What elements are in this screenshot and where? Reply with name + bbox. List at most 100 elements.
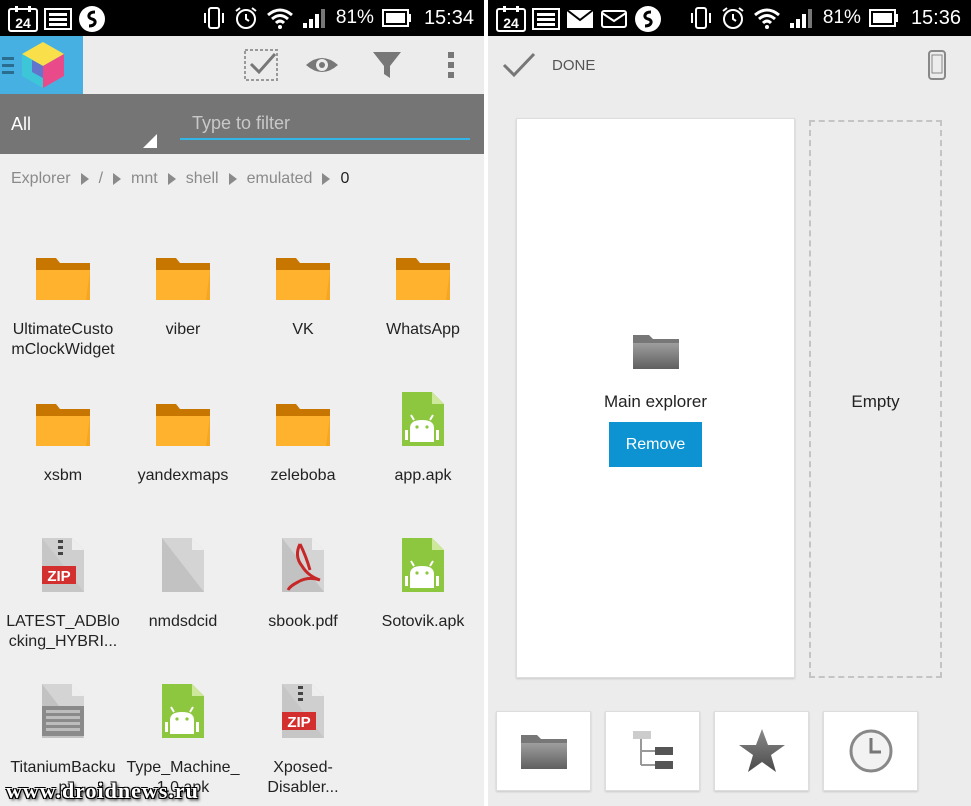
file-item[interactable]: VK [243, 230, 363, 376]
svg-text:24: 24 [15, 15, 31, 31]
file-item[interactable]: WhatsApp [363, 230, 483, 376]
app-bar [0, 36, 484, 94]
chevron-right-icon [167, 173, 176, 185]
calendar-icon: 24 [496, 6, 526, 32]
eye-icon[interactable] [303, 46, 341, 84]
svg-text:ZIP: ZIP [47, 568, 70, 585]
filter-input[interactable] [180, 108, 470, 140]
file-item[interactable]: UltimateCusto mClockWidget [3, 230, 123, 376]
select-all-icon[interactable] [242, 46, 280, 84]
filter-icon[interactable] [368, 46, 406, 84]
file-item[interactable]: viber [123, 230, 243, 376]
status-bar: 24 81% 15:36 [488, 0, 971, 36]
breadcrumb-item[interactable]: shell [186, 170, 219, 188]
zip-icon: ZIP [273, 668, 333, 740]
breadcrumb-item[interactable]: / [99, 170, 103, 188]
file-name: Sotovik.apk [381, 613, 465, 630]
file-name: app.apk [394, 467, 452, 484]
left-screen: 24 81% 15:34 All Type to filter Explorer… [0, 0, 486, 806]
watermark: www.droidnews.ru [6, 778, 199, 803]
history-panel-button[interactable] [823, 711, 918, 791]
zip-icon: ZIP [33, 522, 93, 594]
favorites-panel-button[interactable] [714, 711, 809, 791]
explorer-panel-button[interactable] [496, 711, 591, 791]
battery-percent: 81% [335, 7, 374, 28]
folder-icon [520, 735, 567, 769]
clock: 15:34 [423, 6, 474, 29]
file-item[interactable]: nmdsdcid [123, 522, 243, 668]
file-name: zeleboba [270, 467, 336, 484]
apk-icon [393, 522, 453, 594]
app-logo-button[interactable] [0, 36, 83, 94]
folder-icon [273, 230, 333, 302]
signal-icon [789, 9, 812, 28]
breadcrumb-item[interactable]: emulated [247, 170, 313, 188]
apk-icon [393, 376, 453, 448]
file-item[interactable]: app.apk [363, 376, 483, 522]
file-item[interactable]: yandexmaps [123, 376, 243, 522]
folder-icon [393, 230, 453, 302]
speech-app-icon [79, 6, 105, 32]
folder-icon [153, 376, 213, 448]
chevron-right-icon [113, 173, 122, 185]
file-name: nmdsdcid [148, 613, 218, 630]
status-bar: 24 81% 15:34 [0, 0, 484, 36]
alarm-icon [235, 7, 257, 29]
file-item[interactable]: Sotovik.apk [363, 522, 483, 668]
speech-app-icon [635, 6, 661, 32]
file-name: yandexmaps [137, 467, 229, 484]
done-label: DONE [552, 56, 596, 74]
breadcrumb-item[interactable]: Explorer [11, 170, 71, 188]
breadcrumb-item[interactable]: mnt [131, 170, 158, 188]
file-name: WhatsApp [386, 321, 460, 338]
wifi-icon [266, 8, 293, 29]
tree-panel-button[interactable] [605, 711, 700, 791]
pdf-icon [273, 522, 333, 594]
folder-icon [153, 230, 213, 302]
clock-icon [849, 729, 892, 773]
file-name: UltimateCusto mClockWidget [11, 321, 115, 358]
mail-icon [566, 9, 594, 28]
folder-icon [33, 376, 93, 448]
file-name: sbook.pdf [268, 613, 338, 630]
remove-button[interactable]: Remove [609, 422, 702, 467]
battery-icon [381, 9, 411, 27]
empty-slot-card[interactable]: Empty [809, 120, 942, 678]
image-icon [44, 8, 72, 30]
calendar-icon: 24 [8, 6, 38, 32]
done-button[interactable]: DONE [502, 50, 595, 80]
file-item[interactable]: ZIP Xposed- Disabler... [243, 668, 363, 806]
file-item[interactable]: sbook.pdf [243, 522, 363, 668]
folder-icon [633, 335, 679, 369]
clock: 15:36 [910, 6, 961, 29]
chevron-right-icon [322, 173, 331, 185]
svg-text:ZIP: ZIP [287, 714, 310, 731]
apk-icon [153, 668, 213, 740]
file-grid: UltimateCusto mClockWidget viber VK WhatsAp… [0, 230, 484, 806]
main-explorer-card[interactable]: Main explorer Remove [516, 118, 795, 678]
svg-text:24: 24 [503, 15, 519, 31]
file-item[interactable]: zeleboba [243, 376, 363, 522]
cube-logo-icon [22, 42, 64, 88]
overflow-menu-icon[interactable] [432, 46, 470, 84]
filter-type-dropdown[interactable]: All [11, 114, 31, 135]
wifi-icon [753, 8, 780, 29]
file-icon [153, 522, 213, 594]
file-item[interactable]: xsbm [3, 376, 123, 522]
empty-label: Empty [851, 392, 900, 411]
image-icon [532, 8, 560, 30]
signal-icon [302, 9, 325, 28]
chevron-right-icon [228, 173, 237, 185]
breadcrumb: Explorer / mnt shell emulated 0 [11, 170, 349, 188]
checkmark-icon [502, 52, 536, 78]
vibrate-icon [203, 7, 224, 29]
email-icon [601, 10, 627, 28]
folder-icon [273, 376, 333, 448]
vibrate-icon [690, 7, 711, 29]
menu-icon [2, 57, 14, 74]
phone-device-icon[interactable] [927, 50, 947, 80]
dropdown-corner-icon [143, 134, 157, 148]
file-name: Xposed- Disabler... [267, 759, 339, 796]
file-item[interactable]: ZIP LATEST_ADBlo cking_HYBRI... [3, 522, 123, 668]
right-screen: 24 81% 15:36 DONE Main explorer Remove E… [488, 0, 971, 806]
